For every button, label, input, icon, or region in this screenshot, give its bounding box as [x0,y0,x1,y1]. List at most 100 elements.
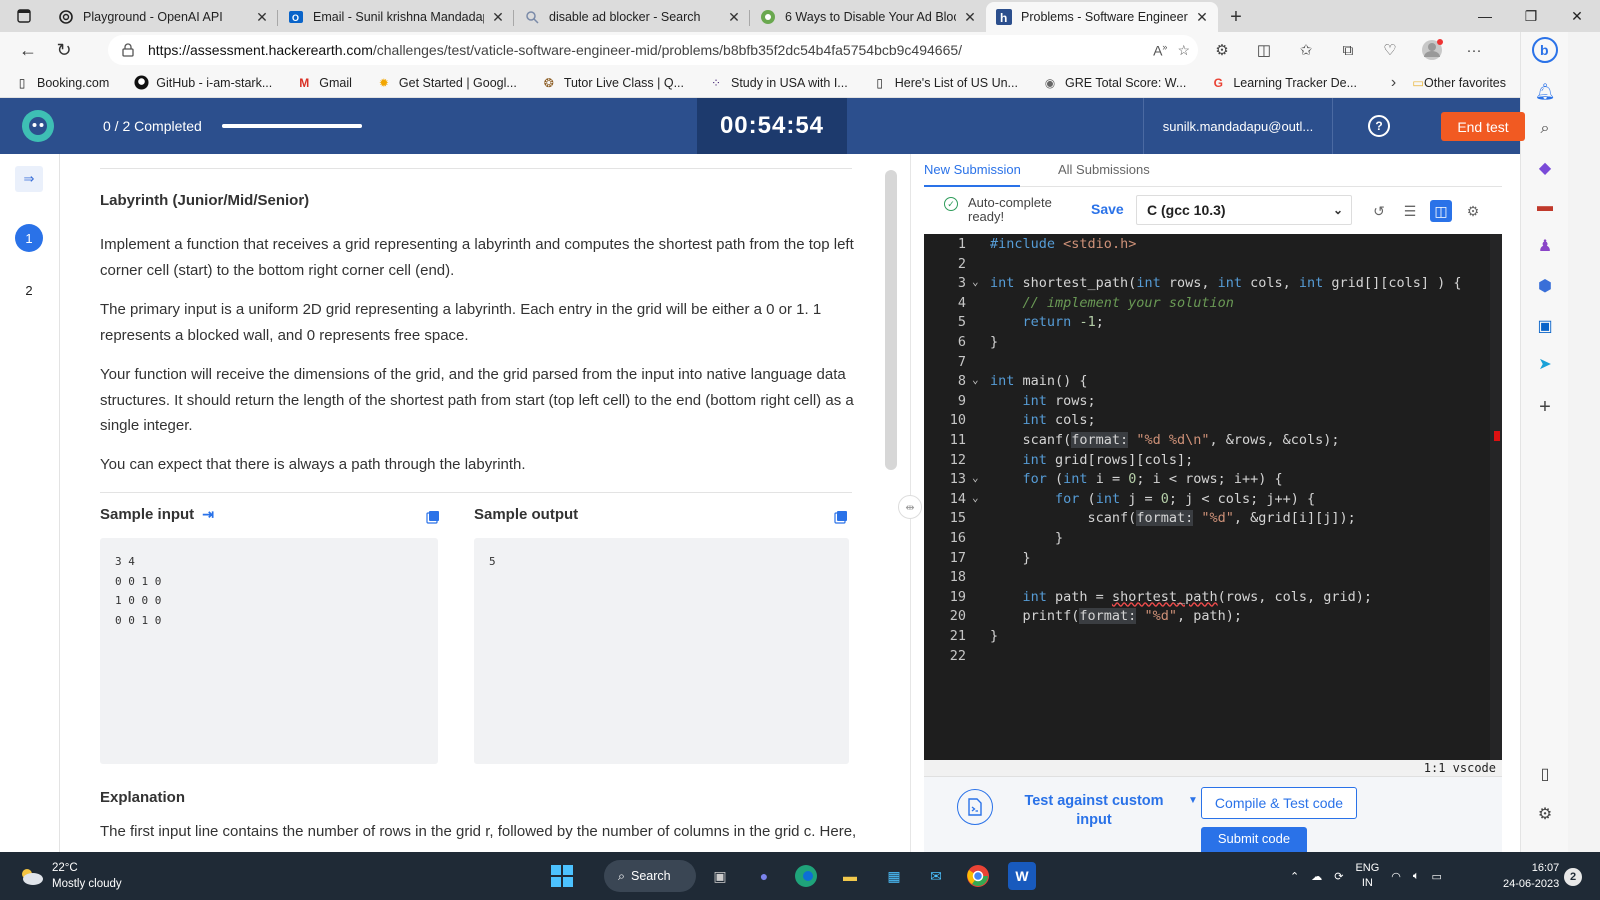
extensions-icon[interactable]: ⚙ [1204,35,1240,65]
close-icon[interactable]: ✕ [1194,9,1210,26]
save-button[interactable]: Save [1091,201,1124,217]
new-tab-button[interactable]: + [1218,2,1254,32]
wifi-icon[interactable]: ◠ [1391,870,1401,883]
browser-tab[interactable]: Playground - OpenAI API ✕ [48,2,278,32]
file-explorer-icon[interactable]: ▬ [836,862,864,890]
search-icon[interactable]: ⌕ [1521,120,1569,138]
more-icon[interactable]: ··· [1456,35,1492,65]
code-scrollbar[interactable] [1490,234,1502,760]
collapse-nav-icon[interactable]: ⇒ [15,166,43,192]
url-input[interactable]: https://assessment.hackerearth.com/chall… [108,35,1198,65]
send-icon[interactable]: ➤ [1521,354,1569,374]
hackerearth-logo[interactable] [22,110,54,142]
settings-icon[interactable]: ⚙ [1521,804,1569,824]
bing-icon[interactable]: b [1521,32,1569,68]
question-1-button[interactable]: 1 [15,224,43,252]
settings-icon[interactable]: ⚙ [1462,200,1484,222]
terminal-icon[interactable] [957,789,993,825]
tab-all-submissions[interactable]: All Submissions [1058,162,1150,177]
bell-icon[interactable]: 🔔︎ [1521,82,1569,102]
minimize-icon[interactable]: — [1462,0,1508,32]
task-view-icon[interactable]: ▣ [706,862,734,890]
copy-icon[interactable] [426,510,440,524]
onedrive-icon[interactable]: ☁ [1311,870,1322,883]
vertical-layout-icon[interactable]: ☰ [1399,200,1421,222]
question-2-button[interactable]: 2 [15,276,43,304]
briefcase-icon[interactable]: ▬ [1521,198,1569,216]
favorite-link[interactable]: ❂ Tutor Live Class | Q... [541,75,684,91]
weather-widget[interactable]: 22°C Mostly cloudy [18,860,122,892]
close-icon[interactable]: ✕ [254,9,270,26]
favorite-link[interactable]: ▯ Here's List of US Un... [872,75,1018,91]
browser-tab[interactable]: disable ad blocker - Search ✕ [514,2,750,32]
horizontal-layout-icon[interactable]: ◫ [1430,200,1452,222]
caret-down-icon[interactable]: ▼ [1188,795,1198,806]
tag-icon[interactable]: ◆ [1521,158,1569,178]
browser-tab[interactable]: O Email - Sunil krishna Mandadapu ✕ [278,2,514,32]
outlook-icon[interactable]: ▣ [1521,316,1569,336]
favorite-link[interactable]: ◉ GRE Total Score: W... [1042,75,1187,91]
drag-handle-icon[interactable]: ⇹ [898,495,922,519]
back-icon[interactable]: ← [10,35,46,65]
close-window-icon[interactable]: ✕ [1554,0,1600,32]
volume-icon[interactable]: 🔈︎ [1413,870,1420,883]
tab-new-submission[interactable]: New Submission [924,162,1021,177]
collections-icon[interactable]: ⧉ [1330,35,1366,65]
favorite-link[interactable]: ✹ Get Started | Googl... [376,75,517,91]
close-icon[interactable]: ✕ [962,9,978,26]
profile-avatar[interactable] [1414,35,1450,65]
clock[interactable]: 16:07 24-06-2023 [1503,860,1559,892]
compile-test-button[interactable]: Compile & Test code [1201,787,1357,819]
split-screen-icon[interactable]: ◫ [1246,35,1282,65]
favorite-link[interactable]: GitHub - i-am-stark... [133,75,272,91]
browser-essentials-icon[interactable]: ♡ [1372,35,1408,65]
browser-tab[interactable]: 6 Ways to Disable Your Ad Blocker ✕ [750,2,986,32]
favorites-icon[interactable]: ✩ [1288,35,1324,65]
other-favorites-folder[interactable]: ▭ Other favorites [1412,75,1506,91]
favorite-star-icon[interactable]: ☆ [1177,42,1190,59]
office-icon[interactable]: ⬢ [1521,276,1569,296]
word-icon[interactable]: W [1008,862,1036,890]
code-editor[interactable]: 1 #include <stdio.h> 2 3 ⌄ int shortest_pat… [924,234,1502,760]
custom-input-toggle[interactable]: Test against custom input [1014,792,1174,830]
people-icon[interactable]: ♟ [1521,236,1569,256]
submit-code-button[interactable]: Submit code [1201,827,1307,853]
end-test-button[interactable]: End test [1441,112,1525,141]
close-icon[interactable]: ✕ [726,9,742,26]
read-aloud-icon[interactable]: A» [1153,42,1167,59]
chevron-up-icon[interactable]: ⌃ [1290,870,1299,883]
browser-tab-active[interactable]: h Problems - Software Engineer (Mid) ✕ [986,2,1218,32]
reset-code-icon[interactable]: ↺ [1368,200,1390,222]
teams-chat-icon[interactable]: ● [750,862,778,890]
refresh-icon[interactable]: ↻ [46,35,82,65]
sidebar-layout-icon[interactable]: ▯ [1521,764,1569,784]
code-line: 7 [957,353,966,370]
user-email[interactable]: sunilk.mandadapu@outl... [1143,98,1333,154]
favorite-link[interactable]: M Gmail [296,75,352,91]
chrome-icon[interactable] [964,862,992,890]
add-icon[interactable]: + [1521,396,1569,419]
edge-browser-icon[interactable] [792,862,820,890]
store-icon[interactable]: ▦ [880,862,908,890]
copy-icon[interactable] [834,510,848,524]
restore-icon[interactable]: ❐ [1508,0,1554,32]
chevron-right-icon[interactable]: › [1391,74,1396,92]
close-icon[interactable]: ✕ [490,9,506,26]
page-scrollbar[interactable] [1568,32,1600,852]
battery-icon[interactable]: ▭ [1432,870,1442,883]
notification-badge[interactable]: 2 [1564,868,1582,886]
sync-icon[interactable]: ⟳ [1334,870,1343,883]
windows-start-icon[interactable] [548,862,576,890]
region-code: IN [1361,877,1373,889]
problem-scrollbar[interactable] [885,170,897,470]
mail-icon[interactable]: ✉ [922,862,950,890]
favorite-link[interactable]: G Learning Tracker De... [1210,75,1357,91]
use-input-icon[interactable]: ⇥ [202,506,214,523]
help-icon[interactable]: ? [1368,115,1390,137]
language-indicator[interactable]: ENG IN [1355,861,1379,891]
language-select[interactable]: C (gcc 10.3) ⌄ [1136,195,1352,225]
taskbar-search[interactable]: ⌕ Search [604,860,696,892]
tab-actions-button[interactable] [0,0,48,32]
favorite-link[interactable]: ⁘ Study in USA with I... [708,75,848,91]
favorite-link[interactable]: ▯ Booking.com [14,75,110,91]
